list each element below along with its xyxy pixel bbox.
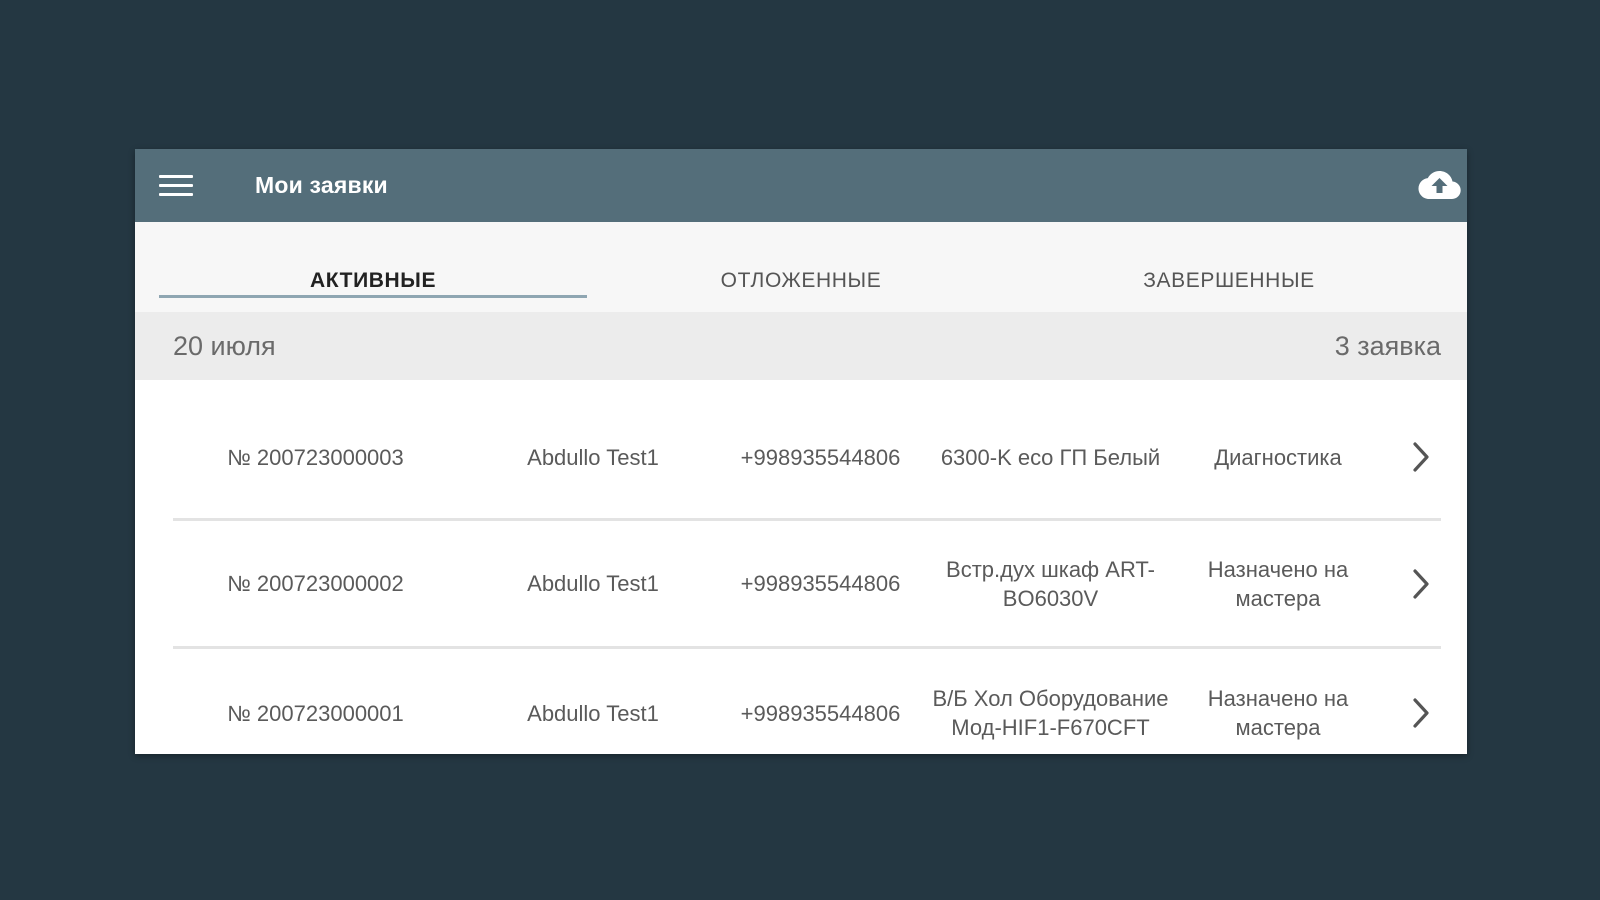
tab-postponed[interactable]: ОТЛОЖЕННЫЕ bbox=[587, 222, 1015, 312]
order-number: № 200723000003 bbox=[227, 444, 404, 470]
date-group-header: 20 июля 3 заявка bbox=[135, 312, 1467, 380]
tab-completed[interactable]: ЗАВЕРШЕННЫЕ bbox=[1015, 222, 1443, 312]
customer-name: Abdullo Test1 bbox=[527, 700, 659, 726]
customer-name: Abdullo Test1 bbox=[527, 571, 659, 596]
order-status: Диагностика bbox=[1214, 444, 1342, 470]
hamburger-menu-icon[interactable] bbox=[159, 167, 199, 203]
tab-active[interactable]: АКТИВНЫЕ bbox=[159, 222, 587, 312]
order-number: № 200723000002 bbox=[227, 571, 404, 596]
order-row[interactable]: № 200723000002 Abdullo Test1 +9989355448… bbox=[173, 521, 1441, 649]
order-row[interactable]: № 200723000003 Abdullo Test1 +9989355448… bbox=[173, 396, 1441, 521]
app-window: Мои заявки АКТИВНЫЕ ОТЛОЖЕННЫЕ ЗАВЕРШЕНН… bbox=[135, 149, 1467, 754]
customer-phone: +998935544806 bbox=[740, 700, 901, 726]
page-title: Мои заявки bbox=[255, 172, 388, 198]
menu-bar bbox=[159, 192, 193, 196]
product-name: В/Б Хол Оборудование Мод-HIF1-F670CFT bbox=[932, 686, 1169, 740]
app-bar: Мои заявки bbox=[135, 149, 1467, 222]
chevron-right-icon[interactable] bbox=[1368, 439, 1441, 475]
chevron-right-icon[interactable] bbox=[1368, 566, 1441, 602]
customer-phone: +998935544806 bbox=[740, 444, 901, 470]
menu-bar bbox=[159, 174, 193, 178]
order-status: Назначено на мастера bbox=[1207, 686, 1349, 740]
group-date: 20 июля bbox=[173, 330, 276, 361]
cloud-upload-icon[interactable] bbox=[1417, 167, 1461, 203]
customer-phone: +998935544806 bbox=[740, 571, 901, 596]
group-count: 3 заявка bbox=[1334, 330, 1441, 361]
product-name: Встр.дух шкаф ART-BO6030V bbox=[946, 556, 1155, 611]
order-number: № 200723000001 bbox=[227, 700, 404, 726]
order-status: Назначено на мастера bbox=[1207, 556, 1349, 611]
menu-bar bbox=[159, 183, 193, 187]
product-name: 6300-K eco ГП Белый bbox=[940, 444, 1161, 470]
tab-bar: АКТИВНЫЕ ОТЛОЖЕННЫЕ ЗАВЕРШЕННЫЕ bbox=[135, 222, 1467, 312]
orders-list: № 200723000003 Abdullo Test1 +9989355448… bbox=[135, 396, 1467, 754]
chevron-right-icon[interactable] bbox=[1368, 695, 1441, 731]
order-row[interactable]: № 200723000001 Abdullo Test1 +9989355448… bbox=[173, 649, 1441, 754]
customer-name: Abdullo Test1 bbox=[527, 444, 659, 470]
